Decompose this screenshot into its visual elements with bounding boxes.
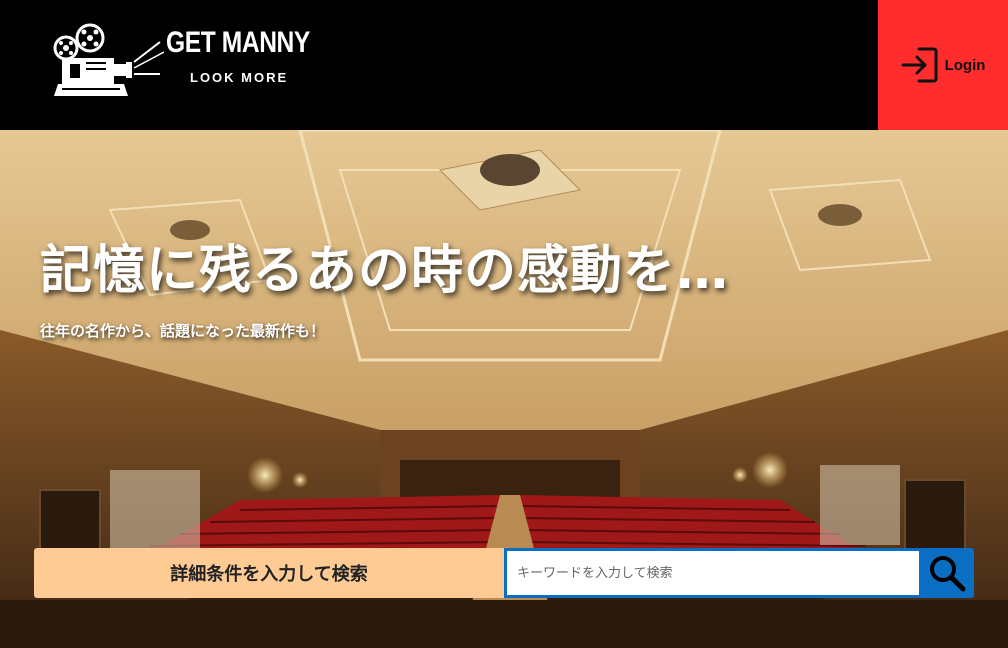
logo-subtitle: LOOK MORE [190, 70, 289, 85]
search-bar: 詳細条件を入力して検索 [34, 548, 974, 598]
site-header: GET MANNY LOOK MORE Login [0, 0, 1008, 130]
logo-title: GET MANNY [166, 26, 310, 59]
search-icon [930, 556, 966, 592]
keyword-search-input[interactable] [504, 548, 922, 598]
hero-banner: 記憶に残るあの時の感動を… 往年の名作から、話題になった最新作も！ 詳細条件を入… [0, 130, 1008, 648]
login-button[interactable]: Login [878, 0, 1008, 130]
search-submit-button[interactable] [920, 548, 974, 598]
site-logo[interactable]: GET MANNY LOOK MORE [52, 18, 312, 102]
film-projector-icon [53, 23, 164, 96]
login-label: Login [944, 56, 986, 74]
hero-headline: 記憶に残るあの時の感動を… [40, 241, 730, 301]
detail-search-button[interactable]: 詳細条件を入力して検索 [34, 548, 504, 598]
hero-subheadline: 往年の名作から、話題になった最新作も！ [40, 322, 326, 340]
login-icon [901, 47, 938, 83]
